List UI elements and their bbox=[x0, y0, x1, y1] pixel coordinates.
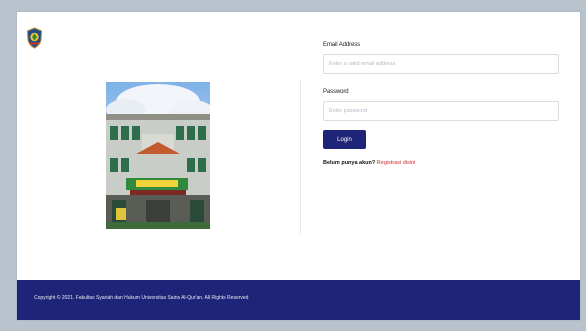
footer: Copyright © 2021. Fakultas Syariah dan H… bbox=[17, 280, 580, 320]
email-label: Email Address bbox=[323, 42, 361, 48]
register-prompt-text: Belum punya akun? bbox=[323, 160, 376, 166]
password-field[interactable] bbox=[323, 101, 559, 121]
password-label: Password bbox=[323, 89, 349, 95]
email-field[interactable] bbox=[323, 54, 559, 74]
campus-building-photo bbox=[106, 82, 210, 229]
register-prompt: Belum punya akun? Registrasi disini bbox=[323, 160, 415, 166]
university-logo bbox=[26, 27, 43, 49]
copyright-text: Copyright © 2021. Fakultas Syariah dan H… bbox=[34, 295, 249, 301]
vertical-divider bbox=[300, 80, 301, 234]
register-link[interactable]: Registrasi disini bbox=[377, 160, 416, 166]
login-button[interactable]: Login bbox=[323, 130, 366, 149]
login-card: Email Address Password Login Belum punya… bbox=[17, 12, 580, 320]
